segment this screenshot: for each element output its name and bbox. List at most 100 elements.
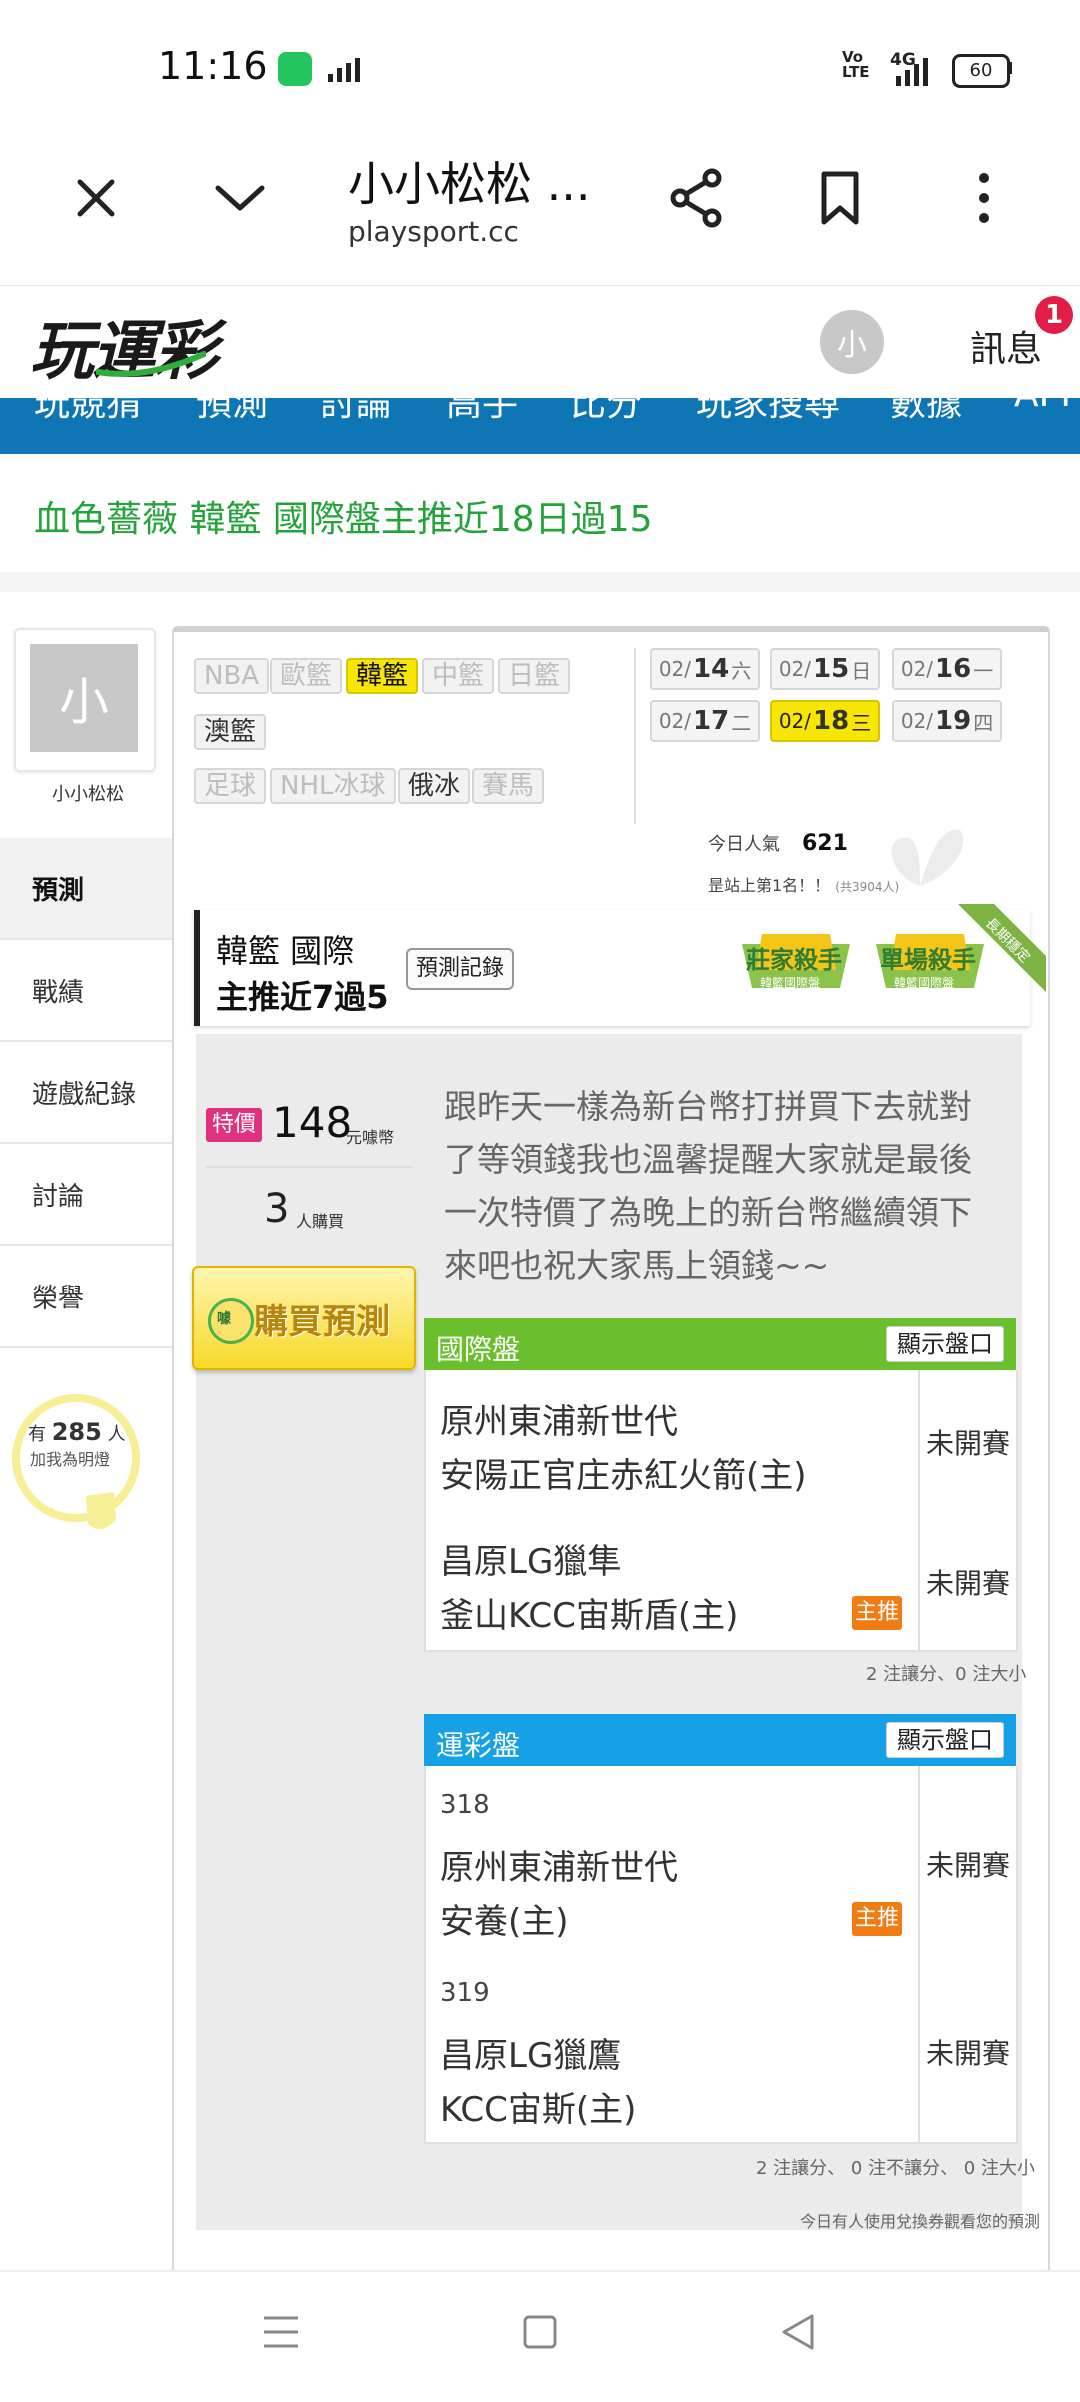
league-chip[interactable]: 俄冰 [398, 768, 471, 804]
show-odds-button[interactable]: 顯示盤口 [886, 1326, 1004, 1362]
headline-banner[interactable]: 血色薔薇 韓籃 國際盤主推近18日過15 [34, 490, 653, 542]
home-team: 釜山KCC宙斯盾(主) [440, 1596, 739, 1636]
league-chip[interactable]: 足球 [194, 768, 267, 804]
show-odds-button[interactable]: 顯示盤口 [886, 1722, 1004, 1758]
date-button[interactable]: 02/17 二 [650, 700, 760, 742]
nav-item[interactable]: 討論 [320, 398, 392, 426]
menu-icon[interactable] [262, 2314, 300, 2350]
nav-item[interactable]: 玩競猜 [34, 398, 142, 426]
home-icon[interactable] [522, 2314, 558, 2350]
league-chip[interactable]: NHL冰球 [270, 768, 396, 804]
price-unit: 元噱幣 [346, 1128, 395, 1147]
coin-label: 噱 [217, 1311, 231, 1327]
user-avatar[interactable]: 小 [820, 310, 884, 374]
league-chip[interactable]: 澳籃 [194, 714, 267, 750]
home-team: KCC宙斯(主) [440, 2090, 637, 2130]
tab-discussion[interactable]: 討論 [0, 1144, 172, 1246]
league-chip-selected[interactable]: 韓籃 [346, 658, 419, 694]
league-chip[interactable]: 日籃 [498, 658, 571, 694]
profile-name[interactable]: 小小松松 [52, 780, 124, 806]
league-chip[interactable]: 賽馬 [472, 768, 545, 804]
league-chip[interactable]: 中籃 [422, 658, 495, 694]
chevron-down-icon[interactable] [210, 168, 270, 228]
nav-item[interactable]: 玩家搜尋 [696, 398, 840, 426]
section-title: 國際盤 [436, 1333, 521, 1366]
game-row: 原州東浦新世代 安陽正官庄赤紅火箭(主) 未開賽 [424, 1370, 1018, 1512]
divider [0, 572, 1080, 592]
tab-label: 討論 [32, 1182, 85, 1212]
date-button[interactable]: 02/14 六 [650, 648, 760, 690]
date-button[interactable]: 02/19 四 [892, 700, 1002, 742]
bookmark-icon[interactable] [810, 168, 870, 228]
prediction-record-button[interactable]: 預測記錄 [406, 948, 515, 990]
battery-tip [1008, 62, 1012, 74]
price: 148 [272, 1098, 353, 1147]
date-button[interactable]: 02/16 一 [892, 648, 1002, 690]
messages-badge: 1 [1035, 296, 1073, 334]
tab-label: 遊戲紀錄 [32, 1080, 137, 1110]
nav-item[interactable]: 比分 [570, 398, 642, 426]
share-icon[interactable] [666, 168, 726, 228]
main-nav: 玩競猜 預測 討論 高手 比分 玩家搜尋 數據 API [0, 398, 1080, 454]
buy-prediction-button[interactable]: 噱 購買預測 [192, 1266, 416, 1370]
profile-avatar[interactable]: 小 [30, 644, 138, 752]
tab-record[interactable]: 戰績 [0, 940, 172, 1042]
date-button[interactable]: 02/15 日 [770, 648, 880, 690]
game-status: 未開賽 [926, 1567, 1011, 1600]
nav-item[interactable]: API [1014, 398, 1071, 415]
buyer-unit: 人購買 [296, 1212, 345, 1231]
status-bar: 11:16 Vo LTE 4G 60 [0, 0, 1080, 110]
game-number: 319 [440, 1978, 490, 2008]
back-icon[interactable] [780, 2312, 816, 2352]
main-pick-badge: 主推 [852, 1596, 902, 1630]
intl-section-header: 國際盤 顯示盤口 [424, 1318, 1016, 1370]
lightbulb-icon [86, 1492, 116, 1530]
medal-title: 莊家殺手 [746, 946, 842, 974]
divider [206, 1166, 412, 1168]
home-team: 安養(主) [440, 1902, 569, 1942]
voucher-footnote: 今日有人使用兌換券觀看您的預測 [800, 2212, 1041, 2231]
game-status: 未開賽 [926, 2037, 1011, 2070]
butterfly-watermark [891, 829, 964, 886]
chat-app-icon [278, 52, 312, 86]
page-title[interactable]: 小小松松 ... [348, 148, 591, 214]
medal-sub: 韓籃國際盤 [760, 976, 821, 990]
buyer-count: 3 [264, 1186, 290, 1232]
game-row: 318 原州東浦新世代 安養(主) 主推 未開賽 [424, 1766, 1018, 1956]
tab-predictions[interactable]: 預測 [0, 838, 172, 940]
logo-swoosh [96, 351, 206, 377]
cell-signal-icon [896, 58, 928, 86]
status-time: 11:16 [158, 44, 268, 88]
nav-item[interactable]: 預測 [196, 398, 268, 426]
volte-icon: Vo LTE [842, 48, 870, 81]
record-streak: 主推近7過5 [216, 978, 389, 1016]
league-chip[interactable]: NBA [194, 658, 270, 694]
game-status: 未開賽 [926, 1849, 1011, 1882]
nav-item[interactable]: 高手 [446, 398, 518, 426]
close-icon[interactable] [66, 168, 126, 228]
tab-honors[interactable]: 榮譽 [0, 1246, 172, 1348]
popularity: 今日人氣 621 [708, 831, 848, 856]
date-button-selected[interactable]: 02/18 三 [770, 700, 880, 742]
medal-badge: 莊家殺手 韓籃國際盤 [732, 930, 860, 1002]
main-pick-badge: 主推 [852, 1902, 902, 1936]
messages-link[interactable]: 訊息 [970, 320, 1042, 372]
battery-icon: 60 [952, 54, 1010, 88]
divider [634, 648, 636, 824]
tab-game-log[interactable]: 遊戲紀錄 [0, 1042, 172, 1144]
followers-count: 有 285 人 [28, 1418, 126, 1446]
site-logo[interactable]: 玩運彩 [30, 300, 218, 392]
tab-label: 榮譽 [32, 1284, 85, 1314]
lottery-summary: 2 注讓分、 0 注不讓分、 0 注大小 [756, 2158, 1035, 2179]
game-row: 319 昌原LG獵鷹 KCC宙斯(主) 未開賽 [424, 1954, 1018, 2144]
page-url[interactable]: playsport.cc [348, 215, 519, 248]
lottery-section-header: 運彩盤 顯示盤口 [424, 1714, 1016, 1766]
tab-label: 戰績 [32, 978, 85, 1008]
league-chip[interactable]: 歐籃 [270, 658, 343, 694]
nav-item[interactable]: 數據 [890, 398, 962, 426]
activity-icon [328, 58, 360, 82]
more-menu-icon[interactable] [954, 168, 1014, 228]
coin-icon [208, 1298, 254, 1344]
game-row: 昌原LG獵隼 釜山KCC宙斯盾(主) 主推 未開賽 [424, 1510, 1018, 1652]
tab-label: 預測 [32, 876, 85, 906]
